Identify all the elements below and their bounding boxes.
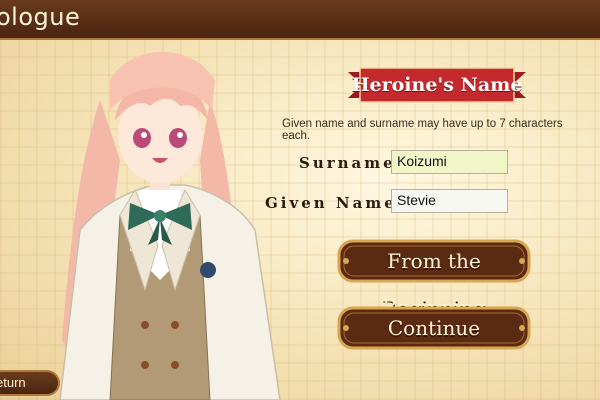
surname-field[interactable]: Koizumi — [391, 150, 508, 174]
return-button[interactable]: eturn — [0, 370, 60, 396]
chapter-title: ologue — [0, 3, 81, 31]
from-beginning-button[interactable]: From the Beginning — [336, 238, 532, 319]
name-heading: Heroine's Name — [351, 74, 523, 96]
chapter-title-bar: ologue — [0, 0, 600, 40]
given-name-field[interactable]: Stevie — [391, 189, 508, 213]
continue-button[interactable]: Continue — [336, 305, 532, 351]
heroine-portrait — [59, 51, 281, 400]
surname-label: Surname — [299, 154, 396, 172]
name-length-hint: Given name and surname may have up to 7 … — [282, 118, 563, 142]
given-name-label: Given Name — [265, 194, 397, 212]
